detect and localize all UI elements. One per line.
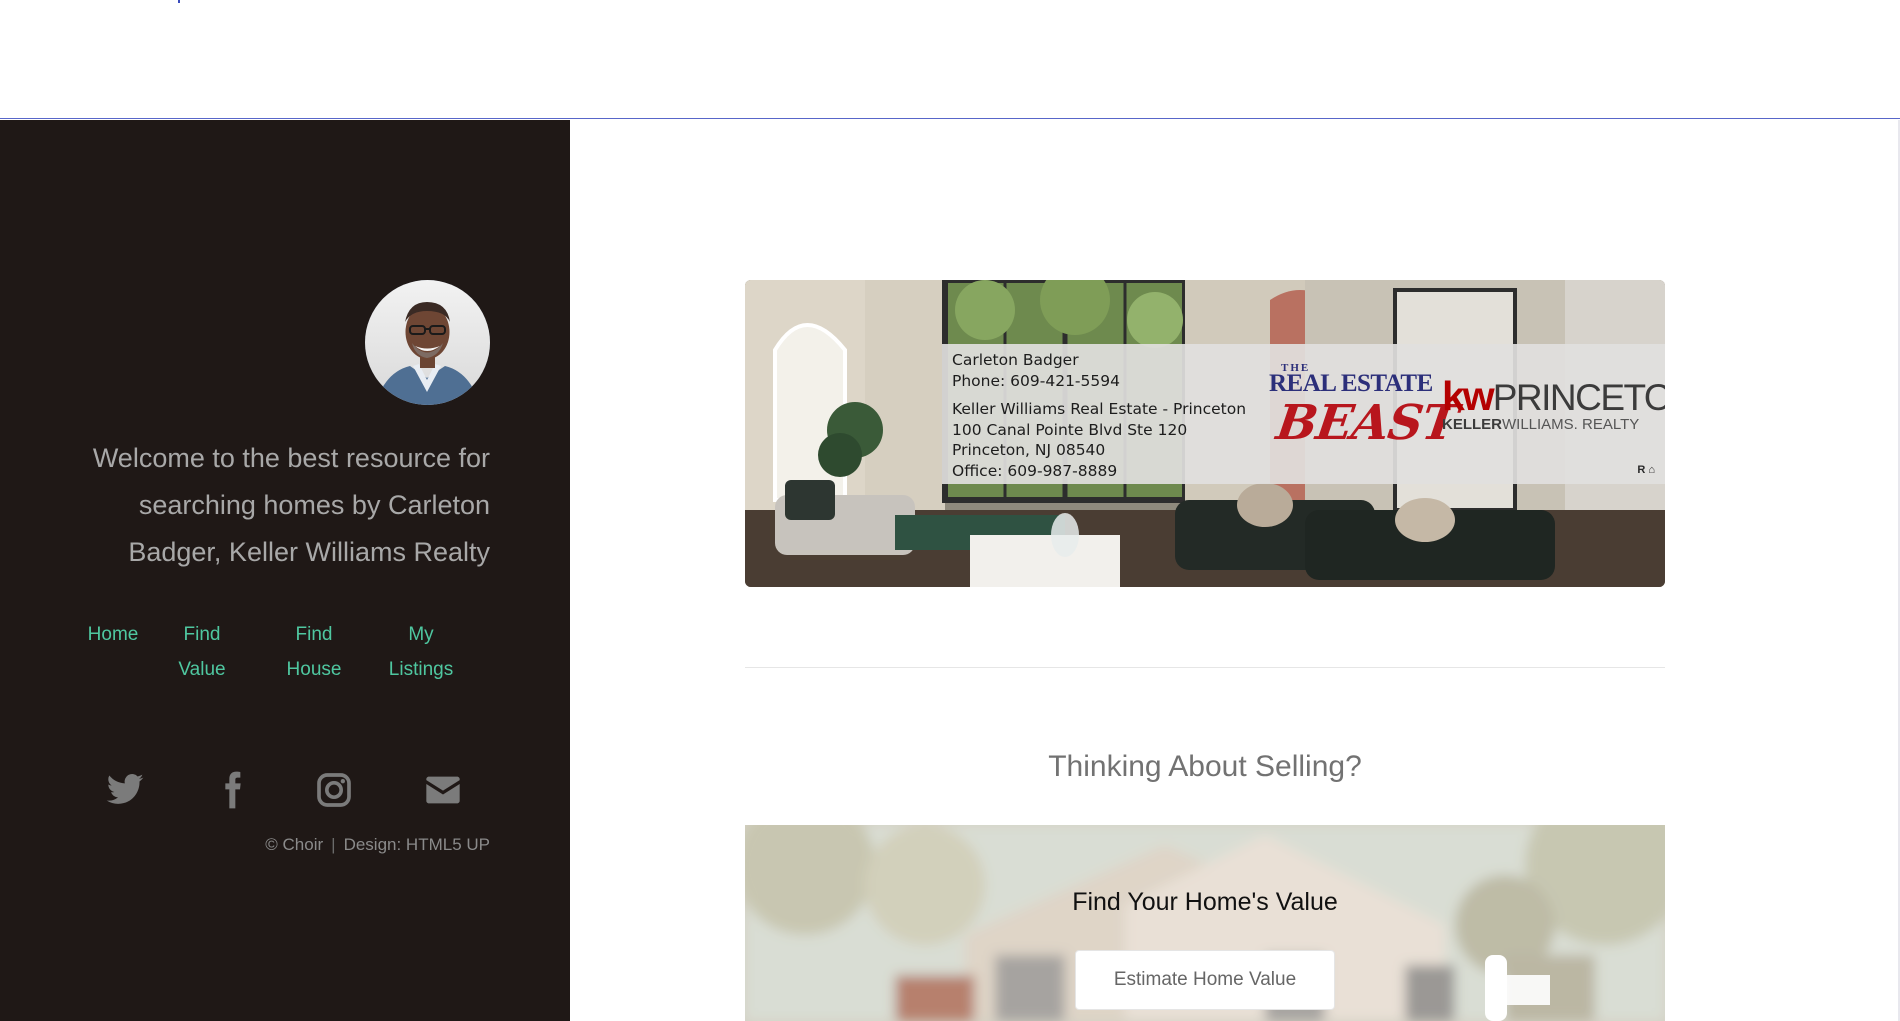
welcome-text: Welcome to the best resource for searchi… [92,443,490,567]
sidebar-nav: Home Find Value Find House My Listings [60,617,490,697]
kw-city: PRINCETON [1492,377,1665,418]
kw-sub-bold: KELLER [1442,416,1502,433]
twitter-icon[interactable] [105,770,145,810]
office-address-line2: Princeton, NJ 08540 [952,441,1106,459]
nav-my-listings-label-2: Listings [388,659,454,680]
equal-housing-icon: R ⌂ [1637,464,1655,476]
nav-find-value-label-2: Value [178,659,226,680]
header-marker [178,0,180,3]
sidebar: Welcome to the best resource for searchi… [0,120,570,1021]
nav-find-value-label-1: Find [183,624,221,645]
agent-banner: Carleton Badger Phone: 609-421-5594 Kell… [745,280,1665,587]
estimate-home-value-button[interactable]: Estimate Home Value [1075,950,1335,1010]
nav-my-listings-label-1: My [408,624,434,645]
logo-beast-text: BEAST [1273,395,1461,451]
logo-real-estate-text: REAL ESTATE [1269,370,1433,397]
keller-williams-logo: kwPRINCETON KELLERWILLIAMS. REALTY [1442,373,1665,434]
envelope-icon[interactable] [423,770,463,810]
section-divider [745,667,1665,668]
nav-find-house[interactable]: Find House [276,617,352,687]
footer-credits: © Choir | Design: HTML5 UP [265,835,490,855]
agent-contact-card: Carleton Badger Phone: 609-421-5594 Kell… [942,344,1665,484]
selling-heading: Thinking About Selling? [1048,750,1362,783]
office-name: Keller Williams Real Estate - Princeton [952,400,1247,418]
agent-name: Carleton Badger [952,351,1079,369]
agent-phone: Phone: 609-421-5594 [952,371,1120,390]
nav-find-house-label-2: House [286,659,342,680]
copyright-text: © Choir [265,835,324,854]
nav-home-label-1: Home [87,624,139,645]
nav-my-listings[interactable]: My Listings [382,617,460,687]
avatar [365,280,490,405]
credits-separator: | [331,835,336,854]
kw-sub-rest: WILLIAMS. REALTY [1502,416,1640,433]
nav-home[interactable]: Home [79,617,147,652]
kw-mark: kw [1442,373,1495,419]
nav-find-value[interactable]: Find Value [167,617,237,687]
real-estate-beast-logo: THE REAL ESTATE BEAST [1269,362,1461,472]
home-value-section: Find Your Home's Value Estimate Home Val… [745,825,1665,1021]
top-header-bar [0,0,1900,119]
agent-contact-info: Carleton Badger Phone: 609-421-5594 Kell… [952,350,1246,481]
office-address-line1: 100 Canal Pointe Blvd Ste 120 [952,420,1188,439]
office-phone: Office: 609-987-8889 [952,461,1118,480]
nav-find-house-label-1: Find [295,624,333,645]
facebook-icon[interactable] [212,770,252,810]
instagram-icon[interactable] [314,770,354,810]
design-credit-link[interactable]: Design: HTML5 UP [344,835,490,854]
home-value-title: Find Your Home's Value [1072,888,1338,916]
agent-portrait [365,280,490,405]
